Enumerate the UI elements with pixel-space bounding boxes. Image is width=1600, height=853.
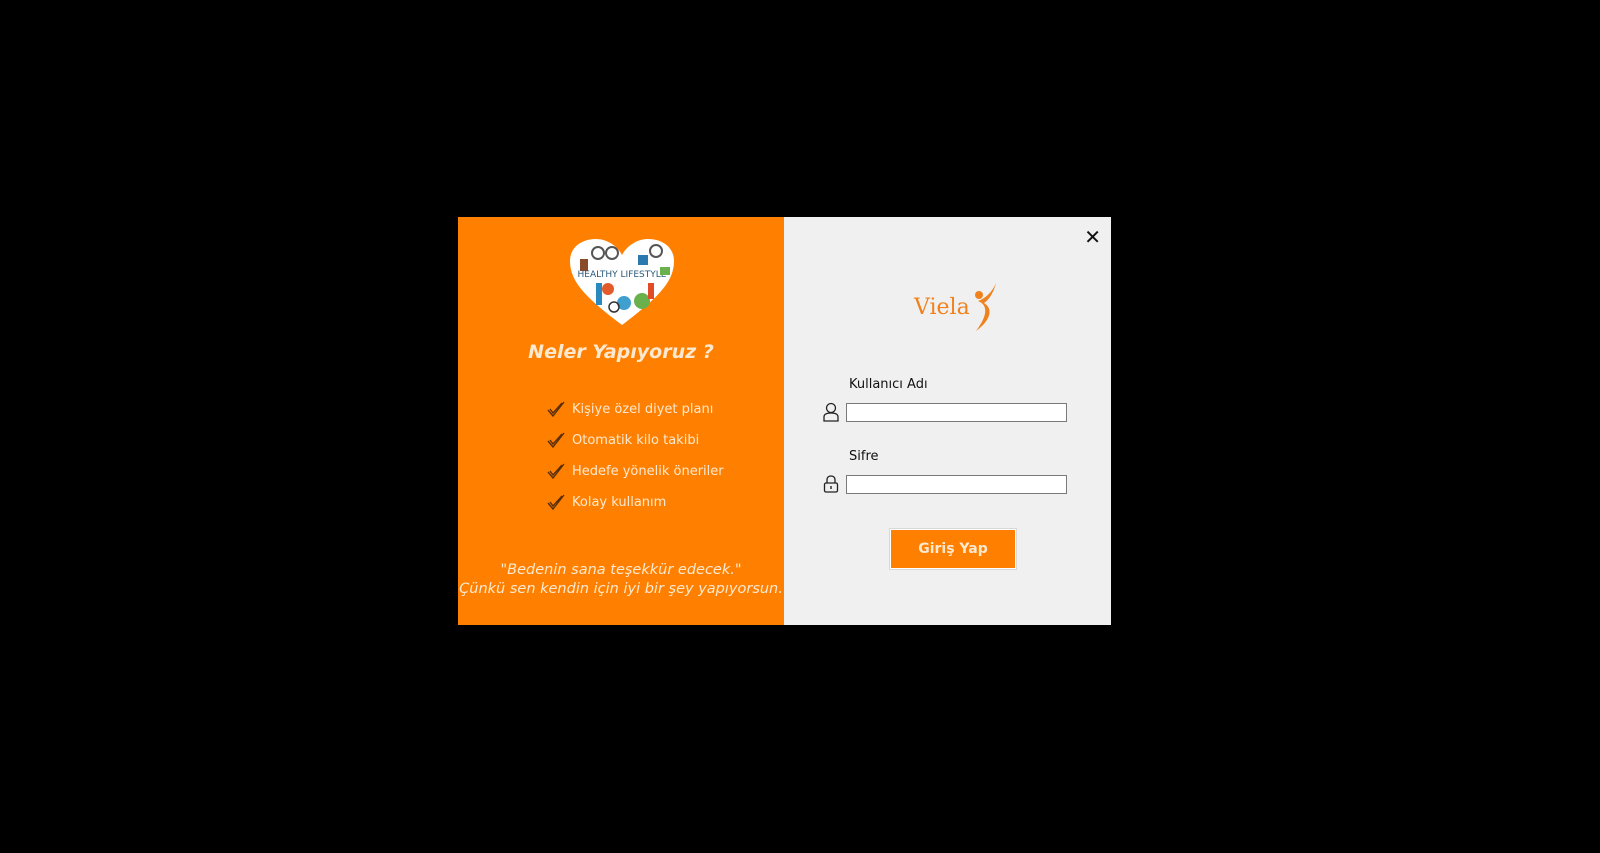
viela-logo: Viela [914, 281, 1000, 333]
quote-line: "Bedenin sana teşekkür edecek." [500, 562, 742, 578]
close-button[interactable]: ✕ [1084, 227, 1101, 247]
info-panel: HEALTHY LIFESTYLE Neler Yapıyoruz ? Kişi… [458, 217, 784, 625]
username-input[interactable] [846, 403, 1067, 422]
features-title: Neler Yapıyoruz ? [528, 341, 714, 363]
lock-icon [823, 475, 839, 493]
feature-item: Otomatik kilo takibi [546, 431, 699, 449]
login-panel: ✕ Viela Kullanıcı Adı Sifre Giriş Yap [784, 217, 1111, 625]
check-icon [547, 401, 565, 418]
username-label: Kullanıcı Adı [849, 377, 928, 392]
feature-item: Kolay kullanım [546, 493, 666, 511]
healthy-lifestyle-heart-logo: HEALTHY LIFESTYLE [570, 239, 674, 325]
quote-line: Çünkü sen kendin için iyi bir şey yapıyo… [459, 581, 783, 597]
figure-logo-icon [974, 283, 996, 331]
login-dialog: HEALTHY LIFESTYLE Neler Yapıyoruz ? Kişi… [458, 217, 1111, 625]
check-icon [547, 463, 565, 480]
check-icon [547, 494, 565, 511]
login-button[interactable]: Giriş Yap [889, 528, 1017, 570]
user-icon [823, 402, 839, 422]
svg-text:HEALTHY LIFESTYLE: HEALTHY LIFESTYLE [578, 270, 667, 280]
feature-item: Hedefe yönelik öneriler [546, 462, 724, 480]
motivational-quote: "Bedenin sana teşekkür edecek." Çünkü se… [458, 561, 784, 599]
check-icon [547, 432, 565, 449]
password-label: Sifre [849, 449, 879, 464]
password-input[interactable] [846, 475, 1067, 494]
feature-item: Kişiye özel diyet planı [546, 400, 713, 418]
logo-text: Viela [914, 294, 970, 320]
